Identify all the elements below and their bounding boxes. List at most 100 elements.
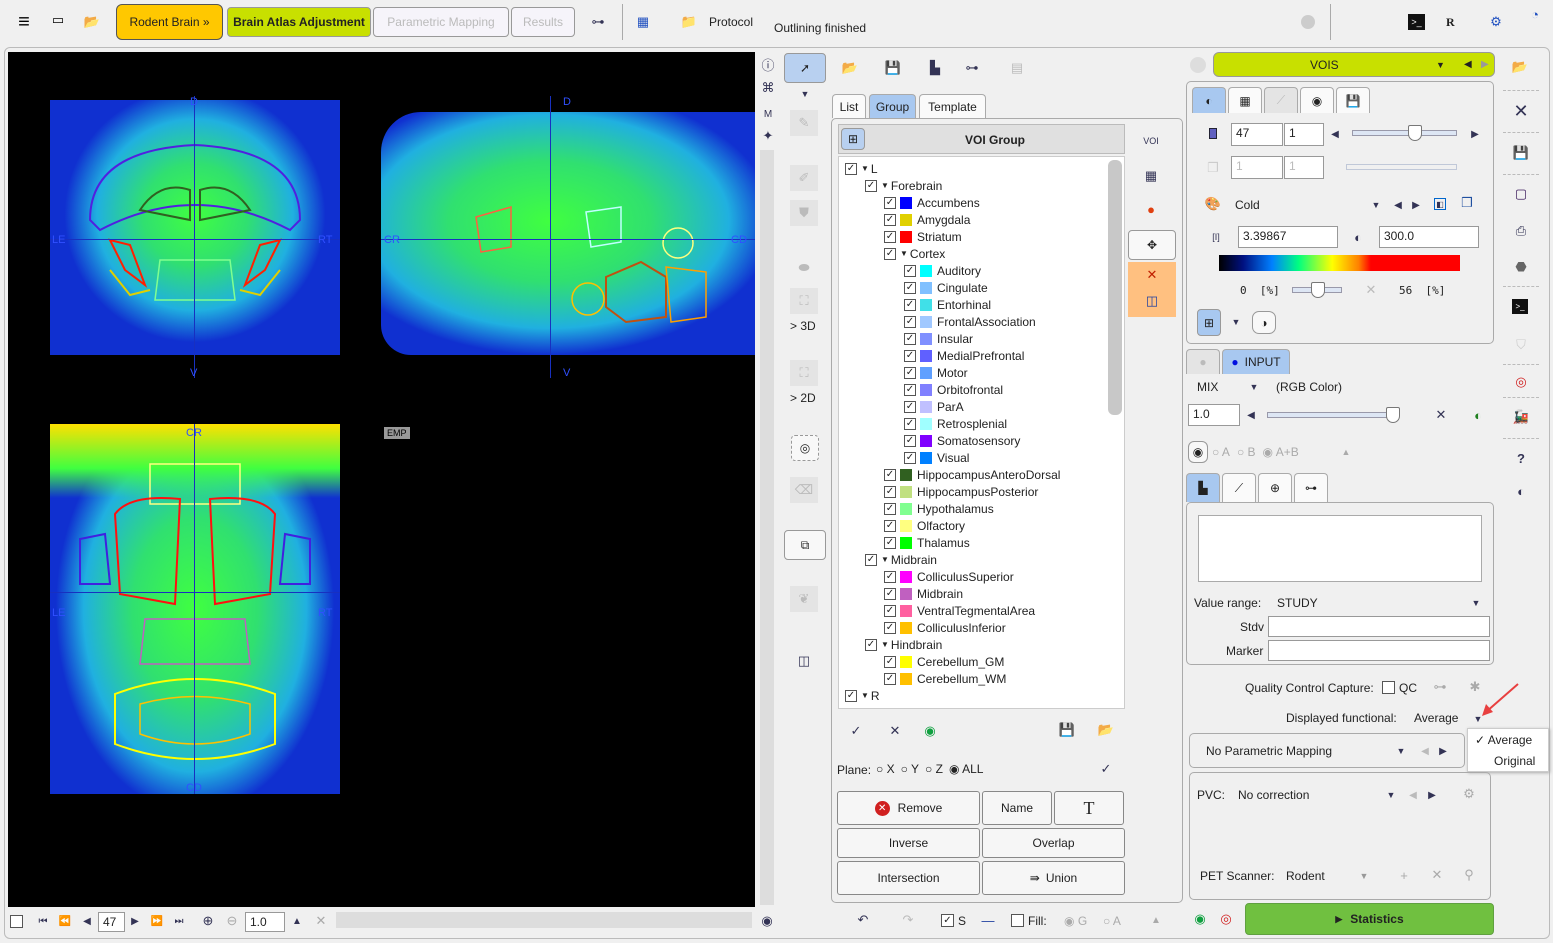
next-slice-icon[interactable]: ▶	[128, 912, 142, 930]
voi-checkbox[interactable]: ✓	[904, 366, 916, 379]
slice-prev-icon[interactable]: ◀	[1330, 127, 1340, 141]
accept-icon[interactable]: ✓	[846, 722, 866, 740]
voi-checkbox[interactable]: ✓	[904, 349, 916, 362]
voi-color-swatch[interactable]	[920, 298, 932, 311]
voi-checkbox[interactable]: ✓	[884, 213, 896, 226]
voi-tree-item[interactable]: ✓ Cerebellum_WM	[884, 670, 1006, 687]
info-icon[interactable]: ◔	[1527, 6, 1543, 22]
voi-tree-item[interactable]: ✓ ▼ Hindbrain	[865, 636, 942, 653]
sagittal-view[interactable]	[381, 112, 755, 355]
voi-checkbox[interactable]: ✓	[904, 451, 916, 464]
voi-checkbox[interactable]: ✓	[884, 672, 896, 685]
zoom-input[interactable]: 1.0	[245, 912, 285, 932]
voi-color-swatch[interactable]	[900, 604, 912, 617]
value-range-dropdown-icon[interactable]: ▼	[1470, 596, 1482, 610]
vertical-scrollbar[interactable]	[760, 150, 774, 905]
statistics-button[interactable]: ▶ Statistics	[1245, 903, 1494, 935]
voi-tree-item[interactable]: ✓ Amygdala	[884, 211, 970, 228]
plane-radio-z[interactable]: ○ Z	[925, 762, 943, 776]
load-data-icon[interactable]: 📂	[80, 10, 104, 34]
2d-tool-icon[interactable]: ⛶	[790, 360, 818, 386]
voi-checkbox[interactable]: ✓	[884, 485, 896, 498]
voi-tree-item[interactable]: ✓ Visual	[904, 449, 969, 466]
slice-next-icon[interactable]: ▶	[1470, 127, 1480, 141]
voi-tree-item[interactable]: ✓ ▼ L	[845, 160, 878, 177]
param-prev-icon[interactable]: ◀	[1420, 744, 1430, 758]
voi-checkbox[interactable]: ✓	[845, 689, 857, 702]
voi-checkbox[interactable]: ✓	[884, 621, 896, 634]
voi-checkbox[interactable]: ✓	[904, 298, 916, 311]
tab-color[interactable]: ◐	[1192, 87, 1226, 113]
voi-tree-item[interactable]: ✓ ▼ Midbrain	[865, 551, 937, 568]
voi-checkbox[interactable]: ✓	[865, 553, 877, 566]
scanner-select[interactable]: Rodent	[1286, 869, 1325, 883]
tab-layout[interactable]: ▦	[1228, 87, 1262, 113]
apply-green-icon[interactable]: ◉	[920, 722, 940, 740]
slice-slider[interactable]	[1352, 125, 1457, 141]
ellipse-tool-icon[interactable]: ⬬	[790, 255, 818, 281]
last-slice-icon[interactable]: ⏭	[172, 912, 186, 930]
voi-color-swatch[interactable]	[900, 587, 912, 600]
qc-link-icon[interactable]: ⊶	[1430, 678, 1450, 696]
colormap-dropdown-icon[interactable]: ▼	[1370, 198, 1382, 212]
terminal-icon[interactable]: >_	[1408, 14, 1425, 30]
redo-icon[interactable]: ↷	[900, 912, 916, 928]
expand-icon[interactable]: ▼	[861, 164, 869, 173]
zoom-out-icon[interactable]: ⊖	[224, 912, 240, 930]
scanner-info-icon[interactable]: ⚲	[1462, 866, 1476, 884]
voi-icon[interactable]: VOI	[1140, 130, 1162, 152]
source-radio[interactable]: ◉ A+B	[1263, 445, 1299, 459]
frame-field[interactable]: 1	[1231, 156, 1283, 179]
voi-checkbox[interactable]: ✓	[884, 604, 896, 617]
voi-color-swatch[interactable]	[900, 655, 912, 668]
pvc-next-icon[interactable]: ▶	[1427, 788, 1437, 802]
voi-checkbox[interactable]: ✓	[884, 502, 896, 515]
shield-icon[interactable]: ⛉	[1510, 334, 1532, 356]
menu-item-average[interactable]: ✓ Average	[1475, 733, 1532, 747]
slice-input[interactable]: 47	[98, 912, 125, 932]
mix-slider[interactable]	[1267, 407, 1400, 423]
voi-checkbox[interactable]: ✓	[884, 655, 896, 668]
train-icon[interactable]: 🚂	[1508, 406, 1534, 428]
voi-checkbox[interactable]: ✓	[904, 281, 916, 294]
pvc-select[interactable]: No correction	[1238, 788, 1309, 802]
collapse-button[interactable]	[1190, 57, 1206, 73]
plane-radio-all[interactable]: ◉ ALL	[949, 762, 984, 776]
voi-color-swatch[interactable]	[900, 672, 912, 685]
qc-checkbox[interactable]	[1382, 681, 1395, 694]
voi-tree-item[interactable]: ✓ HippocampusAnteroDorsal	[884, 466, 1060, 483]
select-tool-button[interactable]: ➚	[784, 53, 826, 83]
fill-checkbox[interactable]	[1011, 914, 1024, 927]
slider-thumb[interactable]	[1407, 125, 1422, 141]
open-icon[interactable]: 📂	[1508, 56, 1532, 78]
blank-icon[interactable]: ▢	[1510, 183, 1532, 205]
color-palette-icon[interactable]: ●	[1140, 198, 1162, 220]
dropdown-icon[interactable]: ▼	[1436, 60, 1445, 70]
tab-curve[interactable]: ⟋	[1222, 473, 1256, 502]
voi-color-swatch[interactable]	[900, 502, 912, 515]
voi-color-swatch[interactable]	[900, 213, 912, 226]
voi-tree-item[interactable]: ✓ MedialPrefrontal	[904, 347, 1024, 364]
save-icon[interactable]: 💾	[1510, 142, 1532, 164]
open-group-icon[interactable]: 📂	[1096, 720, 1116, 740]
signal-button[interactable]: ◉	[1188, 441, 1208, 463]
reset-gamma-icon[interactable]: ✕	[1364, 282, 1378, 298]
mix-reset-icon[interactable]: ✕	[1433, 406, 1449, 424]
tool-dropdown-icon[interactable]: ▼	[798, 88, 812, 100]
tab-crosshair[interactable]: ⊕	[1258, 473, 1292, 502]
voi-color-swatch[interactable]	[900, 621, 912, 634]
tab-template[interactable]: Template	[919, 94, 986, 118]
voi-color-swatch[interactable]	[920, 315, 932, 328]
voi-tree-item[interactable]: ✓ ColliculusSuperior	[884, 568, 1014, 585]
voi-color-swatch[interactable]	[920, 434, 932, 447]
r-console-button[interactable]: R	[1446, 15, 1455, 30]
outline-tool-button[interactable]: ◎	[791, 435, 819, 461]
viewer-checkbox[interactable]	[10, 915, 23, 928]
group-mode-button[interactable]: ⊞	[841, 128, 865, 150]
first-slice-icon[interactable]: ⏮	[36, 912, 50, 930]
fast-back-icon[interactable]: ⏪	[58, 912, 72, 930]
voi-tree-item[interactable]: ✓ ColliculusInferior	[884, 619, 1006, 636]
minus-icon[interactable]: —	[980, 912, 996, 928]
voi-checkbox[interactable]: ✓	[884, 468, 896, 481]
next-icon[interactable]: ▶	[1481, 59, 1489, 70]
